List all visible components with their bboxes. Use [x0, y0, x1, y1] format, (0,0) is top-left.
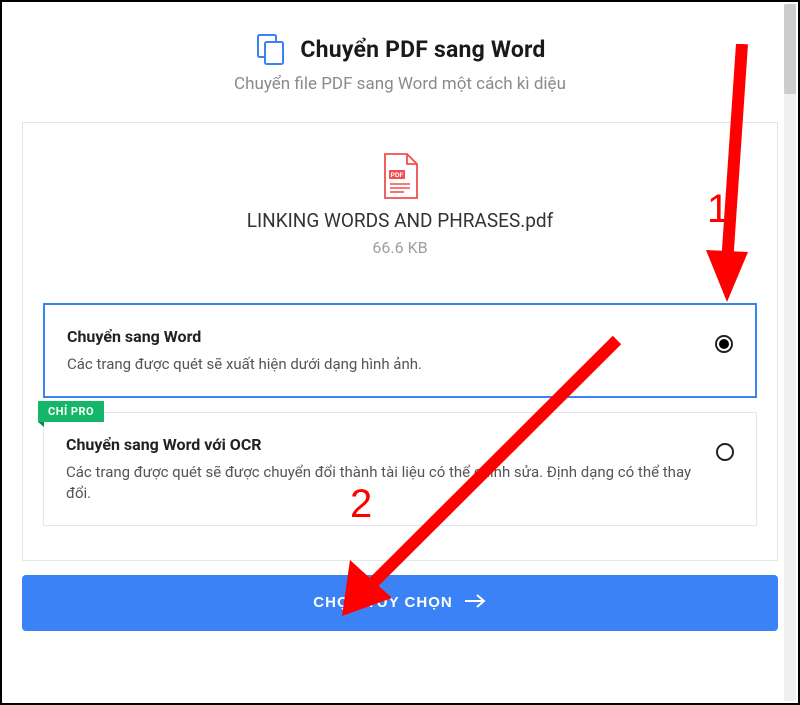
option-desc: Các trang được quét sẽ được chuyển đổi t… [66, 462, 696, 503]
conversion-options: Chuyển sang Word Các trang được quét sẽ … [43, 303, 757, 526]
pro-badge: CHỈ PRO [38, 401, 104, 422]
pdf-file-icon: PDF [382, 153, 418, 199]
page-title: Chuyển PDF sang Word [300, 36, 545, 63]
page-header: Chuyển PDF sang Word Chuyển file PDF san… [2, 2, 798, 112]
file-name: LINKING WORDS AND PHRASES.pdf [43, 209, 757, 232]
option-convert-to-word-ocr[interactable]: CHỈ PRO Chuyển sang Word với OCR Các tra… [43, 412, 757, 526]
radio-selected-icon[interactable] [715, 335, 733, 353]
svg-text:PDF: PDF [391, 172, 404, 179]
primary-button-label: CHỌN TÙY CHỌN [313, 594, 452, 611]
option-convert-to-word[interactable]: Chuyển sang Word Các trang được quét sẽ … [43, 303, 757, 398]
copy-document-icon [254, 32, 288, 66]
scrollbar-track [784, 4, 796, 701]
file-size: 66.6 KB [43, 238, 757, 257]
choose-option-button[interactable]: CHỌN TÙY CHỌN [22, 575, 778, 631]
file-info: PDF LINKING WORDS AND PHRASES.pdf 66.6 K… [43, 153, 757, 257]
app-frame: Chuyển PDF sang Word Chuyển file PDF san… [0, 0, 800, 705]
scrollbar-thumb[interactable] [784, 4, 796, 94]
option-title: Chuyển sang Word với OCR [66, 435, 696, 454]
option-desc: Các trang được quét sẽ xuất hiện dưới dạ… [67, 354, 695, 374]
page-subtitle: Chuyển file PDF sang Word một cách kì di… [22, 74, 778, 94]
main-card: PDF LINKING WORDS AND PHRASES.pdf 66.6 K… [22, 122, 778, 561]
option-title: Chuyển sang Word [67, 327, 695, 346]
radio-unselected-icon[interactable] [716, 443, 734, 461]
arrow-right-icon [465, 594, 487, 612]
